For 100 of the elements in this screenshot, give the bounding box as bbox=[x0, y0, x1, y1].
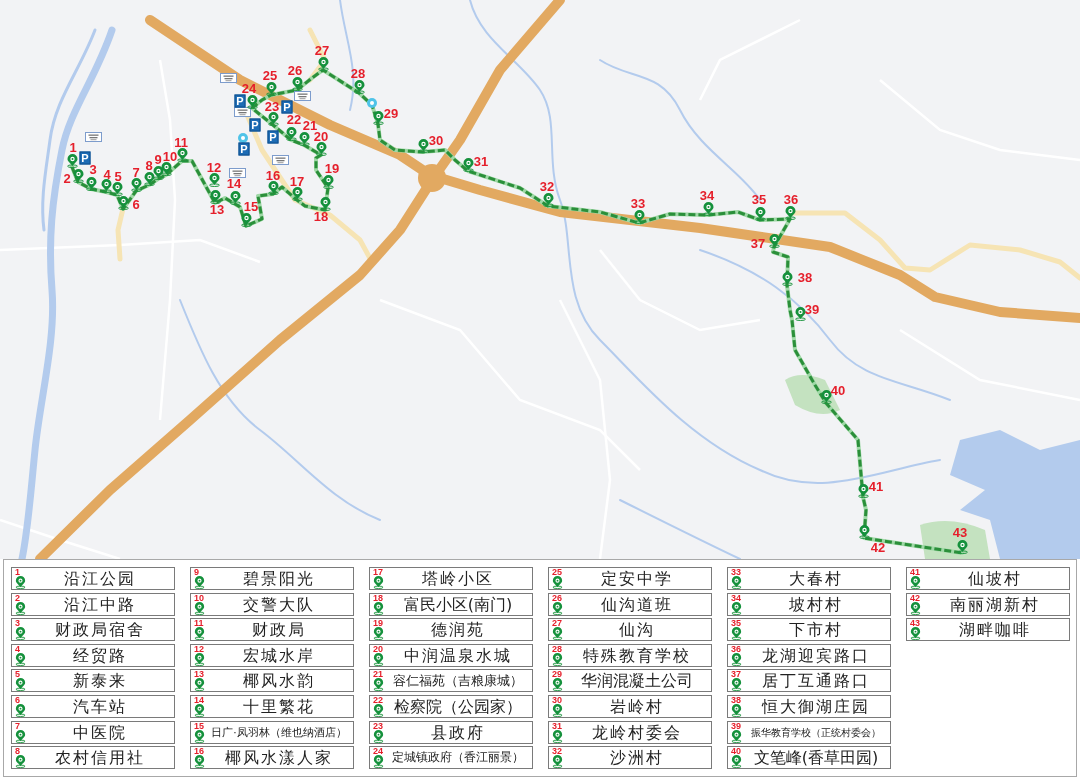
parking-sign: P bbox=[249, 118, 261, 132]
map-pin-icon bbox=[784, 206, 796, 220]
legend-number: 32 bbox=[552, 747, 562, 756]
stop-name: 财政局 bbox=[251, 619, 307, 641]
map-pin-icon bbox=[319, 197, 331, 211]
map-pin-icon bbox=[794, 307, 806, 321]
stop-name: 下市村 bbox=[788, 619, 844, 641]
map-pin-icon bbox=[781, 272, 793, 286]
legend-number: 8 bbox=[15, 747, 20, 756]
stop-name: 沿江公园 bbox=[63, 568, 137, 589]
parking-sign: P bbox=[238, 142, 250, 156]
legend-number: 31 bbox=[552, 721, 562, 730]
map-pin-icon bbox=[542, 193, 554, 207]
stop-name: 日广·凤羽林（维也纳酒店） bbox=[211, 724, 348, 741]
stop-name: 椰风水韵 bbox=[242, 670, 316, 692]
map-pin-icon bbox=[100, 179, 112, 193]
stop-number: 9 bbox=[154, 154, 162, 166]
legend-number: 21 bbox=[373, 670, 383, 679]
stop-number: 2 bbox=[63, 173, 71, 185]
map-pin-icon bbox=[353, 80, 365, 94]
stop-name: 财政局宿舍 bbox=[54, 619, 146, 641]
map-pin-icon bbox=[152, 166, 164, 180]
map-pin-icon bbox=[372, 111, 384, 125]
stop-number: 43 bbox=[952, 527, 968, 539]
stop-number: 26 bbox=[287, 65, 303, 77]
stop-number: 36 bbox=[783, 194, 799, 206]
map-pin-icon bbox=[858, 525, 870, 539]
stop-number: 20 bbox=[313, 131, 329, 143]
map-pin-icon bbox=[267, 181, 279, 195]
stop-name: 南丽湖新村 bbox=[949, 593, 1041, 615]
stop-name: 沙洲村 bbox=[609, 747, 665, 769]
stop-number: 10 bbox=[162, 151, 178, 163]
stop-name: 岩岭村 bbox=[609, 695, 665, 717]
legend-number: 33 bbox=[731, 568, 741, 576]
legend-number: 10 bbox=[194, 593, 204, 602]
legend-number: 2 bbox=[15, 593, 20, 602]
map-pin-icon bbox=[291, 77, 303, 91]
signboard-icon bbox=[233, 107, 251, 117]
stop-name: 龙湖迎宾路口 bbox=[761, 644, 871, 666]
map-pin-icon bbox=[702, 202, 714, 216]
legend-number: 40 bbox=[731, 747, 741, 756]
legend-number: 37 bbox=[731, 670, 741, 679]
legend-number: 35 bbox=[731, 619, 741, 628]
stop-number: 34 bbox=[699, 190, 715, 202]
legend-number: 29 bbox=[552, 670, 562, 679]
stop-name: 恒大御湖庄园 bbox=[760, 695, 871, 717]
stop-number: 18 bbox=[313, 211, 329, 223]
stop-number: 23 bbox=[264, 101, 280, 113]
map-pin-icon bbox=[85, 177, 97, 191]
map-pin-icon bbox=[208, 173, 220, 187]
map-pin-icon bbox=[209, 190, 221, 204]
map-pin-icon bbox=[291, 187, 303, 201]
stop-number: 5 bbox=[114, 171, 122, 183]
stop-number: 15 bbox=[243, 201, 259, 213]
stop-name: 德润苑 bbox=[430, 619, 486, 641]
stop-name: 中医院 bbox=[72, 721, 128, 743]
stop-number: 8 bbox=[145, 160, 153, 172]
legend-number: 13 bbox=[194, 670, 204, 679]
stop-name: 湖畔咖啡 bbox=[958, 619, 1032, 641]
stop-name: 大春村 bbox=[788, 568, 844, 589]
stop-number: 29 bbox=[383, 108, 399, 120]
legend-number: 3 bbox=[15, 619, 20, 628]
stop-number: 17 bbox=[289, 176, 305, 188]
legend-number: 11 bbox=[194, 619, 204, 628]
map-pin-icon bbox=[265, 82, 277, 96]
legend-number: 7 bbox=[15, 721, 20, 730]
map-pin-icon bbox=[633, 210, 645, 224]
map-pin-icon bbox=[820, 390, 832, 404]
legend-number: 41 bbox=[910, 568, 920, 576]
stop-number: 6 bbox=[132, 199, 140, 211]
map-pin-icon bbox=[240, 213, 252, 227]
stop-name: 塔岭小区 bbox=[421, 568, 495, 589]
map-pin-icon bbox=[285, 127, 297, 141]
legend-number: 5 bbox=[15, 670, 20, 679]
stop-name: 仙坡村 bbox=[967, 568, 1023, 589]
stop-name: 椰风水漾人家 bbox=[224, 747, 334, 769]
stop-name: 华润混凝土公司 bbox=[580, 670, 694, 692]
legend-number: 42 bbox=[910, 593, 920, 602]
stop-number: 3 bbox=[89, 164, 97, 176]
legend-number: 26 bbox=[552, 593, 562, 602]
stop-name: 坡村村 bbox=[788, 593, 844, 615]
stop-name: 特殊教育学校 bbox=[582, 644, 692, 666]
legend-number: 15 bbox=[194, 721, 204, 730]
stop-name: 交警大队 bbox=[242, 593, 316, 615]
stop-number: 25 bbox=[262, 70, 278, 82]
stop-number: 13 bbox=[209, 204, 225, 216]
parking-sign: P bbox=[234, 94, 246, 108]
stop-name: 振华教育学校（正统村委会） bbox=[750, 724, 882, 740]
legend-number: 14 bbox=[194, 695, 204, 704]
stop-number: 22 bbox=[286, 114, 302, 126]
stop-number: 14 bbox=[226, 178, 242, 190]
map-pin-icon bbox=[956, 540, 968, 554]
parking-sign: P bbox=[79, 151, 91, 165]
stop-name: 仙沟道班 bbox=[600, 593, 674, 615]
map-pin-icon bbox=[66, 154, 78, 168]
map-pin-icon bbox=[160, 162, 172, 176]
map-pin-icon bbox=[72, 169, 84, 183]
stop-number: 42 bbox=[870, 542, 886, 554]
map-pin-icon bbox=[462, 158, 474, 172]
stop-number: 32 bbox=[539, 181, 555, 193]
